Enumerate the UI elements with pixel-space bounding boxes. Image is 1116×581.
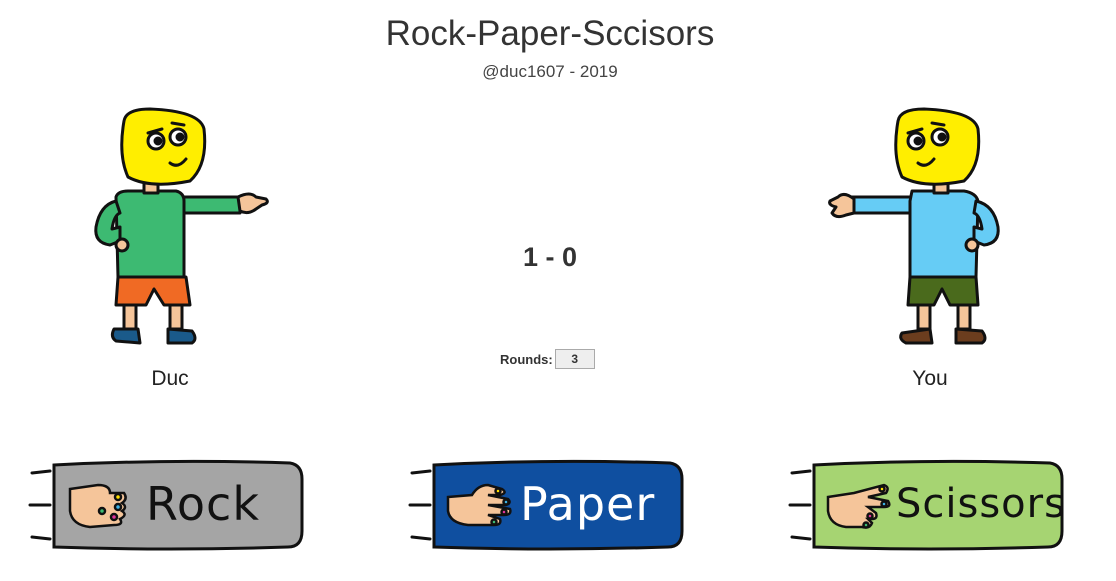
page-title: Rock-Paper-Sccisors — [385, 14, 715, 53]
rounds-input[interactable]: 3 — [554, 349, 595, 369]
paper-button[interactable]: Paper — [408, 455, 688, 555]
player-you — [826, 105, 1026, 355]
rock-button-label: Rock — [146, 477, 260, 531]
scissors-button[interactable]: Scissors — [788, 455, 1068, 555]
player-you-name: You — [912, 367, 948, 390]
player-you-avatar — [828, 107, 1000, 345]
player-duc — [80, 105, 280, 355]
paper-button-label: Paper — [520, 477, 656, 531]
player-duc-avatar — [94, 107, 269, 345]
rounds-control: Rounds: 3 — [500, 347, 595, 371]
page-subtitle: @duc1607 - 2019 — [482, 62, 618, 81]
score-display: 1 - 0 — [522, 242, 578, 272]
player-duc-name: Duc — [151, 367, 189, 390]
rounds-label: Rounds: — [500, 351, 553, 367]
scissors-button-label: Scissors — [896, 481, 1066, 527]
rock-button[interactable]: Rock — [28, 455, 308, 555]
